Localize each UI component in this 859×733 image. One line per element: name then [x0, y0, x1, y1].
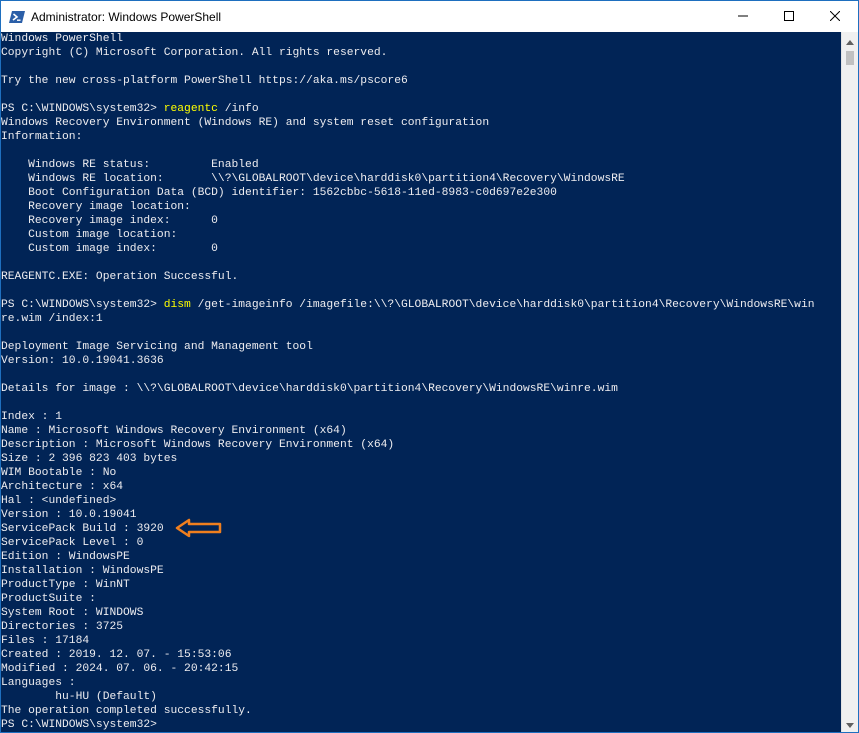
- console-line: Custom image location:: [1, 229, 178, 241]
- scroll-down-arrow-icon: [846, 715, 854, 733]
- console-line: The operation completed successfully.: [1, 705, 252, 717]
- console-prompt: PS C:\WINDOWS\system32>: [1, 103, 164, 115]
- console-line: Recovery image location:: [1, 201, 191, 213]
- console-line: Deployment Image Servicing and Managemen…: [1, 341, 313, 353]
- console-line: Windows Recovery Environment (Windows RE…: [1, 117, 490, 129]
- close-button[interactable]: [812, 1, 858, 32]
- console-command-args: /info: [217, 103, 259, 115]
- console-line: Created : 2019. 12. 07. - 15:53:06: [1, 649, 232, 661]
- console-line: Information:: [1, 131, 83, 143]
- console-line: Index : 1: [1, 411, 63, 423]
- scroll-up-arrow-icon: [846, 32, 854, 50]
- console-output[interactable]: Windows PowerShell Copyright (C) Microsof…: [1, 32, 841, 732]
- powershell-window: Administrator: Windows PowerShell Window…: [0, 0, 859, 733]
- console-command-line: PS C:\WINDOWS\system32> dism /get-imagei…: [1, 298, 841, 312]
- console-line: Details for image : \\?\GLOBALROOT\devic…: [1, 383, 618, 395]
- title-bar[interactable]: Administrator: Windows PowerShell: [1, 1, 858, 32]
- console-command: dism: [163, 299, 191, 311]
- maximize-button[interactable]: [766, 1, 812, 32]
- console-line: ProductType : WinNT: [1, 579, 130, 591]
- vertical-scrollbar[interactable]: [841, 32, 858, 732]
- console-line: PS C:\WINDOWS\system32>: [1, 719, 157, 731]
- window-title: Administrator: Windows PowerShell: [31, 9, 222, 24]
- close-icon: [829, 8, 841, 26]
- minimize-button[interactable]: [720, 1, 766, 32]
- console-line: Copyright (C) Microsoft Corporation. All…: [1, 47, 388, 59]
- maximize-icon: [784, 8, 794, 26]
- console-line: WIM Bootable : No: [1, 467, 117, 479]
- console-line: ServicePack Build : 3920: [1, 523, 164, 535]
- powershell-icon: [9, 9, 25, 25]
- console-line: REAGENTC.EXE: Operation Successful.: [1, 271, 239, 283]
- console-line: Hal : <undefined>: [1, 495, 117, 507]
- console-line: Directories : 3725: [1, 621, 124, 633]
- console-line: Windows RE status: Enabled: [1, 159, 259, 171]
- console-line: Try the new cross-platform PowerShell ht…: [1, 75, 408, 87]
- console-line: Installation : WindowsPE: [1, 565, 164, 577]
- console-line: Size : 2 396 823 403 bytes: [1, 453, 178, 465]
- console-command-line: PS C:\WINDOWS\system32> reagentc /info: [1, 102, 841, 116]
- orange-arrow-pointing-left-icon: [175, 518, 222, 538]
- console-line: Name : Microsoft Windows Recovery Enviro…: [1, 425, 347, 437]
- console-line: re.wim /index:1: [1, 313, 103, 325]
- console-line: Description : Microsoft Windows Recovery…: [1, 439, 395, 451]
- scroll-thumb[interactable]: [846, 51, 854, 65]
- console-line: Windows RE location: \\?\GLOBALROOT\devi…: [1, 173, 625, 185]
- scroll-up-button[interactable]: [842, 32, 858, 49]
- console-command: reagentc: [163, 103, 218, 115]
- console-line: Languages :: [1, 677, 76, 689]
- caption-buttons: [720, 1, 858, 32]
- console-line: Boot Configuration Data (BCD) identifier…: [1, 187, 557, 199]
- console-command-args: /get-imageinfo /imagefile:\\?\GLOBALROOT…: [190, 299, 815, 311]
- console-line: ServicePack Level : 0: [1, 537, 144, 549]
- console-line: Windows PowerShell: [1, 33, 124, 45]
- console-line: Files : 17184: [1, 635, 90, 647]
- console-line: ProductSuite :: [1, 593, 96, 605]
- console-line: Version : 10.0.19041: [1, 509, 137, 521]
- scroll-down-button[interactable]: [842, 715, 858, 732]
- console-prompt: PS C:\WINDOWS\system32>: [1, 299, 164, 311]
- console-line: hu-HU (Default): [1, 691, 157, 703]
- console-line: System Root : WINDOWS: [1, 607, 144, 619]
- minimize-icon: [738, 8, 748, 26]
- console-line: Edition : WindowsPE: [1, 551, 130, 563]
- console-line: Modified : 2024. 07. 06. - 20:42:15: [1, 663, 239, 675]
- console-line: Recovery image index: 0: [1, 215, 218, 227]
- console-line: Architecture : x64: [1, 481, 124, 493]
- console-line: Version: 10.0.19041.3636: [1, 355, 164, 367]
- console-line: Custom image index: 0: [1, 243, 218, 255]
